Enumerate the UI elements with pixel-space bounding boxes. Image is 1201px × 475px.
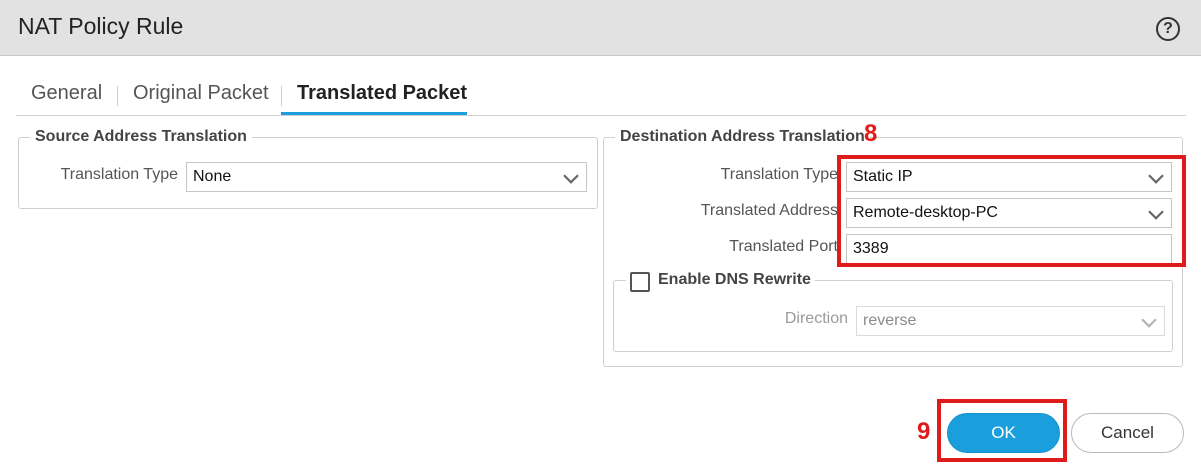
direction-value: reverse <box>863 312 917 329</box>
destination-address-translation-legend: Destination Address Translation <box>620 128 865 145</box>
dns-rewrite-legend: Enable DNS Rewrite <box>658 271 811 288</box>
tab-bar: General Original Packet Translated Packe… <box>16 74 1186 116</box>
direction-label: Direction <box>784 310 848 327</box>
tab-original-packet[interactable]: Original Packet <box>117 82 269 106</box>
direction-select[interactable]: reverse <box>856 306 1165 336</box>
dialog-title: NAT Policy Rule <box>18 13 184 39</box>
tab-general[interactable]: General <box>31 82 102 105</box>
step-8-marker: 8 <box>864 120 878 147</box>
source-translation-type-select[interactable]: None <box>186 162 587 192</box>
source-translation-type-label: Translation Type <box>60 166 178 183</box>
translated-port-label: Translated Port <box>729 238 838 255</box>
chevron-down-icon <box>563 168 579 184</box>
step-9-marker: 9 <box>917 418 931 445</box>
translated-address-label: Translated Address <box>700 202 838 219</box>
step-9-highlight-box <box>937 399 1067 462</box>
active-tab-indicator <box>281 112 467 115</box>
dest-translation-type-label: Translation Type <box>720 166 838 183</box>
help-icon[interactable]: ? <box>1156 17 1180 41</box>
source-translation-type-value: None <box>193 168 232 185</box>
cancel-button[interactable]: Cancel <box>1071 413 1184 453</box>
tab-translated-packet[interactable]: Translated Packet <box>280 82 467 106</box>
enable-dns-rewrite-checkbox[interactable] <box>630 272 650 292</box>
step-8-highlight-box <box>837 155 1186 267</box>
source-address-translation-legend: Source Address Translation <box>35 128 247 145</box>
chevron-down-icon <box>1141 312 1157 328</box>
dialog-titlebar: NAT Policy Rule ? <box>0 0 1201 56</box>
